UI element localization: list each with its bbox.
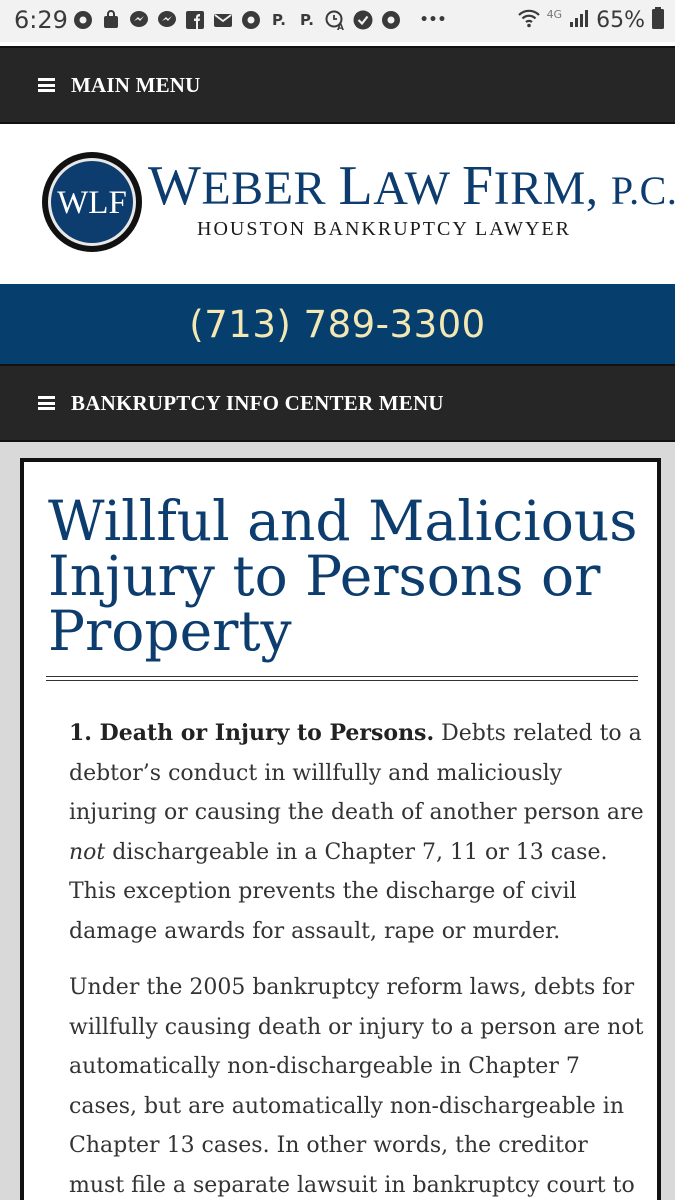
mail-icon: [212, 9, 234, 31]
status-bar: 6:29 P. P. A ••• 4G 65%: [0, 0, 675, 42]
title-divider: [46, 676, 638, 681]
article-card: Willful and Malicious Injury to Persons …: [20, 458, 661, 1200]
p-icon: P.: [300, 11, 314, 29]
status-time: 6:29: [14, 6, 68, 34]
clock-a-icon: A: [324, 9, 346, 31]
messenger-icon: [128, 9, 150, 31]
battery-percent: 65%: [596, 7, 645, 33]
page-title: Willful and Malicious Injury to Persons …: [48, 489, 638, 663]
hamburger-icon: [38, 396, 55, 410]
notification-icons: P. P. A •••: [72, 9, 450, 31]
firm-tagline: HOUSTON BANKRUPTCY LAWYER: [197, 218, 571, 240]
paragraph-heading: 1. Death or Injury to Persons.: [69, 720, 435, 746]
wifi-icon: [517, 7, 541, 33]
site-header: WLF WEBER LAW FIRM, P.C. HOUSTON BANKRUP…: [0, 126, 675, 284]
check-circle-icon: [352, 9, 374, 31]
hamburger-icon: [38, 78, 55, 92]
battery-icon: [651, 6, 665, 34]
article-paragraph: 1. Death or Injury to Persons. Debts rel…: [69, 720, 644, 944]
chrome-icon: [380, 9, 402, 31]
firm-name[interactable]: WEBER LAW FIRM, P.C.: [148, 154, 675, 218]
main-menu-label: MAIN MENU: [71, 72, 201, 97]
phone-banner: (713) 789-3300: [0, 284, 675, 364]
shopping-bag-icon: [100, 9, 122, 31]
network-type: 4G: [546, 7, 563, 21]
article-paragraph: Under the 2005 bankruptcy reform laws, d…: [69, 975, 644, 1198]
info-center-menu-toggle[interactable]: BANKRUPTCY INFO CENTER MENU: [0, 364, 675, 442]
messenger-icon: [156, 9, 178, 31]
seal-text: WLF: [57, 185, 127, 221]
signal-icon: [568, 7, 590, 33]
info-center-menu-label: BANKRUPTCY INFO CENTER MENU: [71, 390, 444, 415]
main-menu-toggle[interactable]: MAIN MENU: [0, 46, 675, 124]
wlf-seal-logo[interactable]: WLF: [40, 150, 144, 254]
chrome-icon: [240, 9, 262, 31]
facebook-icon: [184, 9, 206, 31]
more-icon: •••: [419, 12, 447, 28]
svg-text:A: A: [337, 23, 344, 31]
system-indicators: 4G 65%: [517, 6, 665, 34]
chrome-icon: [72, 9, 94, 31]
phone-link[interactable]: (713) 789-3300: [189, 303, 485, 346]
p-icon: P.: [272, 11, 286, 29]
